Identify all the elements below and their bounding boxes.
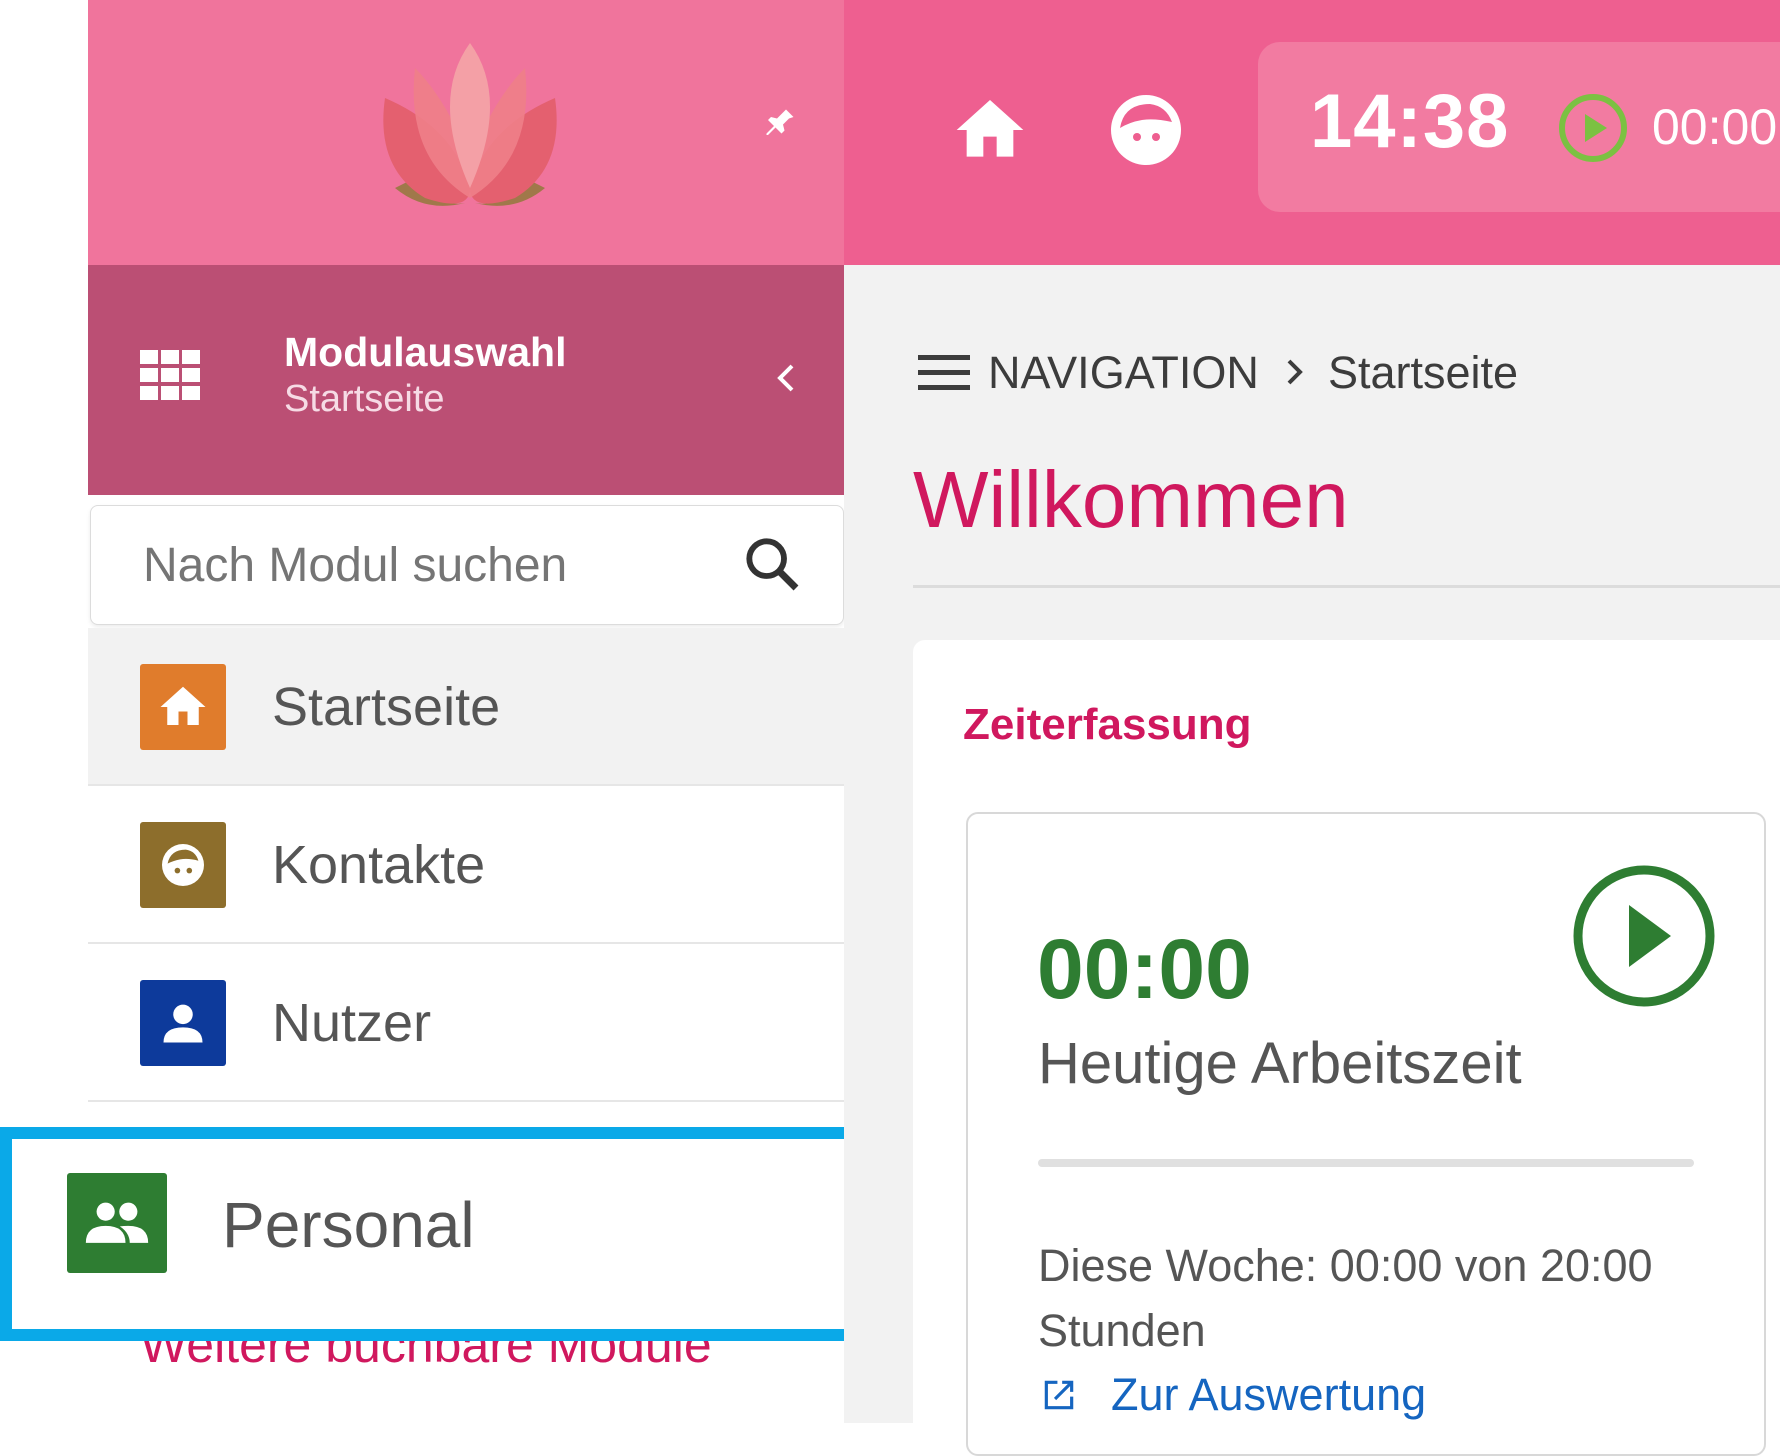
module-search <box>90 505 844 625</box>
module-selector[interactable] <box>88 265 844 495</box>
breadcrumb-current: Startseite <box>1328 347 1519 398</box>
external-link-icon[interactable] <box>1040 1376 1078 1414</box>
week-summary: Diese Woche: 00:00 von 20:00 Stunden <box>1038 1240 1653 1356</box>
play-circle-icon[interactable] <box>1557 92 1629 164</box>
home-icon[interactable] <box>950 90 1030 170</box>
sidebar-item-label: Nutzer <box>272 993 432 1053</box>
page-title: Willkommen <box>913 455 1349 544</box>
module-search-input[interactable] <box>141 532 705 598</box>
group-icon <box>67 1173 167 1273</box>
sidebar-item-label: Startseite <box>272 677 501 737</box>
contacts-icon <box>140 822 226 908</box>
card-title: Zeiterfassung <box>963 700 1252 749</box>
grid-icon <box>140 350 200 400</box>
breadcrumb-root[interactable]: NAVIGATION <box>988 350 1259 395</box>
collapse-chevron-icon[interactable] <box>772 360 798 396</box>
lotus-logo <box>383 43 557 206</box>
play-circle-icon[interactable] <box>1571 863 1717 1009</box>
module-selector-subtitle: Startseite <box>284 378 445 420</box>
work-time-value: 00:00 <box>1037 922 1252 1016</box>
clock-time: 14:38 <box>1310 79 1510 164</box>
chevron-right-icon <box>1287 359 1303 385</box>
title-divider <box>913 585 1780 588</box>
module-selector-title: Modulauswahl <box>284 329 567 375</box>
home-icon <box>140 664 226 750</box>
sidebar-item-label: Kontakte <box>272 835 486 895</box>
contacts-icon[interactable] <box>1106 90 1186 170</box>
sidebar-item-label: Personal <box>222 1189 475 1261</box>
menu-icon[interactable] <box>918 353 970 393</box>
search-icon[interactable] <box>740 532 804 596</box>
evaluation-link[interactable]: Zur Auswertung <box>1111 1372 1426 1417</box>
panel-divider <box>1038 1159 1694 1167</box>
work-time-label: Heutige Arbeitszeit <box>1038 1031 1522 1096</box>
user-icon <box>140 980 226 1066</box>
pin-icon[interactable] <box>762 103 798 143</box>
timer-value: 00:00 <box>1652 99 1778 155</box>
